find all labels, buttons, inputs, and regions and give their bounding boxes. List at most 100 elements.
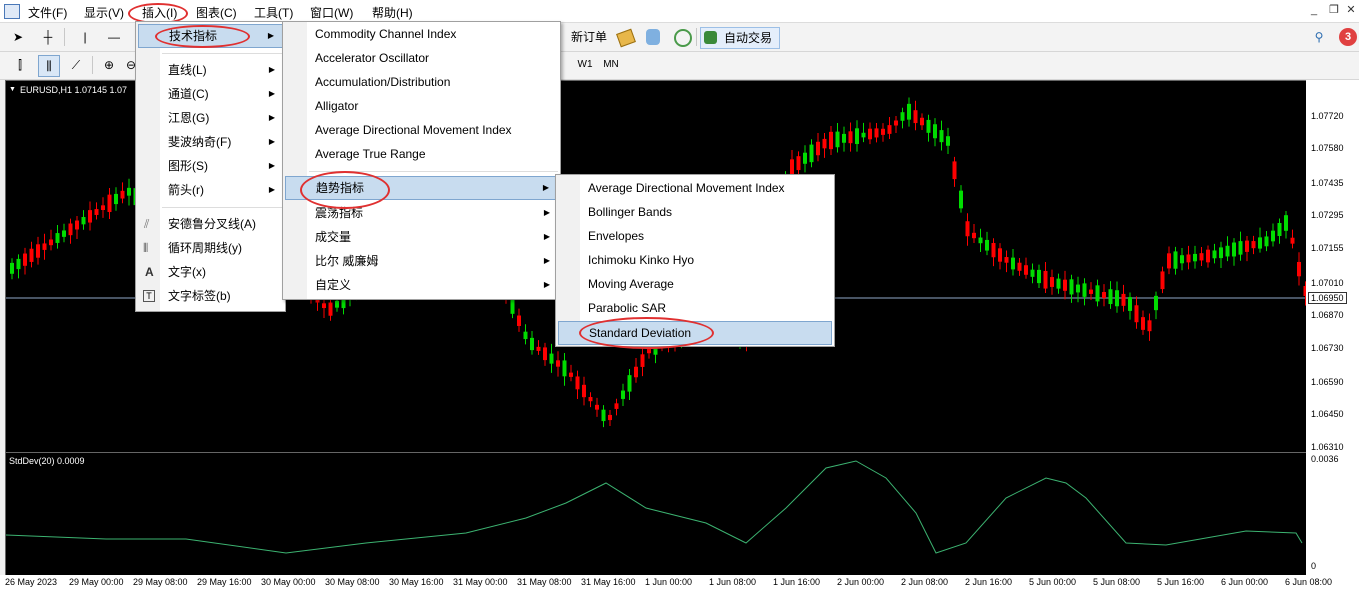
menu-item-fibonacci[interactable]: 斐波纳奇(F) ▶ [138, 131, 283, 153]
menu-item-lines[interactable]: 直线(L) ▶ [138, 59, 283, 81]
menu-item-shapes[interactable]: 图形(S) ▶ [138, 155, 283, 177]
menu-item-adx[interactable]: Average Directional Movement Index [285, 119, 558, 141]
menu-item-atr[interactable]: Average True Range [285, 143, 558, 165]
candle-body [634, 366, 638, 378]
notification-badge[interactable]: 3 [1339, 28, 1357, 46]
menu-item-custom[interactable]: 自定义 ▶ [285, 274, 558, 296]
candle-body [1128, 297, 1132, 311]
bar-chart-icon[interactable]: ⫿ [12, 55, 28, 75]
indicator-chart[interactable]: StdDev(20) 0.0009 [5, 452, 1307, 577]
auto-trading-button[interactable]: 自动交易 [700, 27, 780, 49]
menu-item-text[interactable]: A 文字(x) [138, 261, 283, 283]
menu-item-accelerator[interactable]: Accelerator Oscillator [285, 47, 558, 69]
menu-item-accumulation[interactable]: Accumulation/Distribution [285, 71, 558, 93]
horizontal-line-icon[interactable]: — [106, 27, 122, 47]
restore-icon[interactable]: ❐ [1326, 3, 1342, 17]
menu-item-ichimoku[interactable]: Ichimoku Kinko Hyo [558, 249, 832, 271]
candle-body [1102, 292, 1106, 298]
new-order-button[interactable]: 新订单 [558, 27, 610, 47]
menu-item-label: Bollinger Bands [588, 205, 673, 219]
history-icon[interactable] [616, 28, 636, 48]
search-icon[interactable]: ⚲ [1311, 27, 1327, 47]
menu-item-cci[interactable]: Commodity Channel Index [285, 23, 558, 45]
candle-body [1154, 295, 1158, 311]
time-label: 2 Jun 16:00 [965, 577, 1013, 587]
candle-body [881, 128, 885, 135]
menu-item-oscillators[interactable]: 震荡指标 ▶ [285, 202, 558, 224]
menu-item-standard-deviation[interactable]: Standard Deviation [558, 321, 832, 345]
menu-item-indicators[interactable]: 技术指标 ▶ [138, 24, 283, 48]
signal-icon[interactable] [674, 29, 692, 47]
candle-body [75, 220, 79, 230]
candle-body [1297, 261, 1301, 277]
menu-file[interactable]: 文件(F) [28, 4, 67, 21]
candle-body [1180, 255, 1184, 264]
zoom-in-icon[interactable]: ⊕ [100, 55, 118, 75]
candle-body [1258, 237, 1262, 249]
menu-item-cycle-lines[interactable]: ⦀ 循环周期线(y) [138, 237, 283, 259]
menu-item-label: 比尔 威廉姆 [315, 254, 379, 268]
minimize-icon[interactable]: _ [1306, 3, 1322, 17]
menu-tools[interactable]: 工具(T) [254, 4, 293, 21]
menu-item-bill-williams[interactable]: 比尔 威廉姆 ▶ [285, 250, 558, 272]
line-chart-icon[interactable]: ⟋ [68, 55, 84, 75]
candle-body [1264, 236, 1269, 247]
menu-item-moving-average[interactable]: Moving Average [558, 273, 832, 295]
database-icon[interactable] [646, 29, 660, 45]
price-label: 1.07010 [1311, 278, 1344, 288]
candle-body [1011, 257, 1015, 270]
time-label: 5 Jun 00:00 [1029, 577, 1077, 587]
close-icon[interactable]: ✕ [1343, 3, 1359, 17]
menu-item-trend[interactable]: 趋势指标 ▶ [285, 176, 558, 200]
time-label: 2 Jun 08:00 [901, 577, 949, 587]
vertical-line-icon[interactable]: | [78, 27, 92, 47]
menu-item-parabolic-sar[interactable]: Parabolic SAR [558, 297, 832, 319]
cursor-icon[interactable]: ➤ [10, 27, 26, 47]
cycle-lines-icon: ⦀ [143, 241, 149, 255]
menu-insert[interactable]: 插入(I) [142, 4, 177, 21]
candle-body [874, 128, 879, 138]
menu-window[interactable]: 窗口(W) [310, 4, 353, 21]
menu-item-text-label[interactable]: T 文字标签(b) [138, 285, 283, 307]
menu-item-gann[interactable]: 江恩(G) ▶ [138, 107, 283, 129]
menu-charts[interactable]: 图表(C) [196, 4, 237, 21]
candle-body [1089, 289, 1093, 294]
menu-item-label: Alligator [315, 99, 359, 113]
candle-body [861, 132, 866, 138]
menu-item-volumes[interactable]: 成交量 ▶ [285, 226, 558, 248]
menu-view[interactable]: 显示(V) [84, 4, 124, 21]
menu-help[interactable]: 帮助(H) [372, 4, 413, 21]
menu-item-channels[interactable]: 通道(C) ▶ [138, 83, 283, 105]
menu-item-label: 文字(x) [168, 265, 206, 279]
time-label: 30 May 08:00 [325, 577, 380, 587]
menu-item-arrows[interactable]: 箭头(r) ▶ [138, 179, 283, 201]
menu-item-label: Accelerator Oscillator [315, 51, 430, 65]
menu-item-alligator[interactable]: Alligator [285, 95, 558, 117]
candle-body [536, 346, 541, 351]
candle-chart-icon[interactable]: ⫼ [38, 55, 60, 77]
price-axis: 1.07720 1.07580 1.07435 1.07295 1.07155 … [1306, 80, 1359, 575]
candle-body [1277, 222, 1282, 237]
timeframe-mn[interactable]: MN [600, 55, 622, 75]
timeframe-w1[interactable]: W1 [574, 55, 596, 75]
candle-body [1290, 237, 1295, 244]
candle-body [1186, 254, 1191, 263]
crosshair-icon[interactable]: ┼ [38, 27, 58, 47]
price-label: 1.06590 [1311, 377, 1344, 387]
text-icon: A [145, 265, 154, 279]
time-axis: 26 May 2023 29 May 00:00 29 May 08:00 29 Ma… [0, 575, 1359, 589]
candle-body [127, 187, 131, 196]
time-label: 2 Jun 00:00 [837, 577, 885, 587]
menu-item-label: Standard Deviation [589, 326, 692, 340]
time-label: 29 May 16:00 [197, 577, 252, 587]
candle-body [920, 117, 924, 126]
menu-item-label: Average Directional Movement Index [588, 181, 785, 195]
time-label: 1 Jun 16:00 [773, 577, 821, 587]
menu-item-envelopes[interactable]: Envelopes [558, 225, 832, 247]
candle-body [1121, 293, 1126, 306]
submenu-arrow-icon: ▶ [268, 65, 275, 74]
candle-body [1056, 278, 1061, 289]
menu-item-andrews-pitchfork[interactable]: ⫽ 安德鲁分叉线(A) [138, 213, 283, 235]
menu-item-bollinger[interactable]: Bollinger Bands [558, 201, 832, 223]
menu-item-adx-trend[interactable]: Average Directional Movement Index [558, 177, 832, 199]
